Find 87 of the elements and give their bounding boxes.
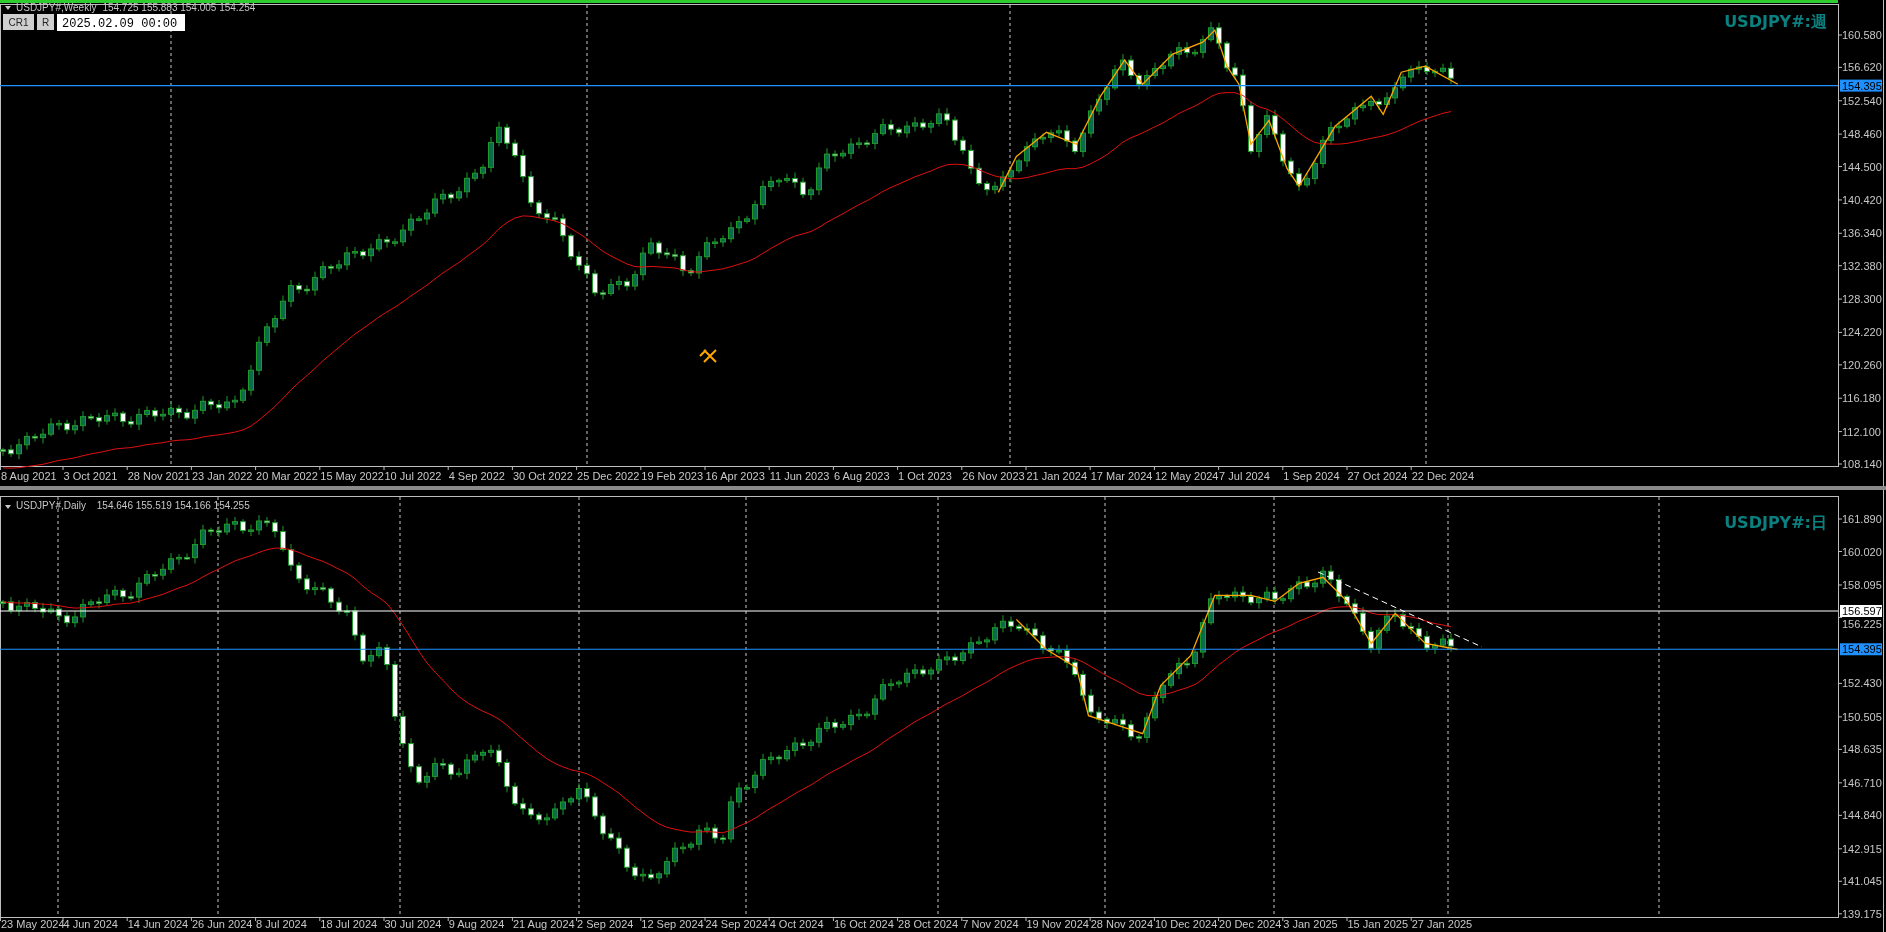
dropdown-icon[interactable] (5, 505, 11, 509)
time-tick-label: 23 Jan 2022 (191, 470, 253, 482)
time-tick-label: 20 Mar 2022 (256, 470, 318, 482)
symbol-label: USDJPY#:週 (1724, 12, 1827, 31)
time-tick-label: 6 Aug 2023 (833, 470, 890, 482)
time-tick-label: 7 Jul 2024 (1219, 470, 1270, 482)
price-line-label: 156.597 (1840, 605, 1882, 617)
chart-title: USDJPY#,Weekly (16, 2, 97, 13)
price-tick-label: 128.300 (1842, 293, 1882, 306)
price-tick-label: 142.915 (1842, 842, 1882, 855)
time-tick-label: 24 Sep 2024 (705, 918, 768, 930)
time-tick-label: 16 Oct 2024 (833, 918, 894, 930)
ohlc-values: 154.725 155.883 154.005 154.254 (102, 2, 256, 13)
time-tick-label: 27 Oct 2024 (1347, 470, 1408, 482)
price-tick-label: 160.580 (1842, 29, 1882, 41)
time-tick-label: 4 Oct 2024 (769, 918, 824, 930)
time-tick-label: 23 May 2024 (1, 918, 65, 930)
time-tick-label: 3 Oct 2021 (63, 470, 118, 482)
price-tick-label: 124.220 (1842, 326, 1882, 339)
time-tick-label: 9 Aug 2024 (448, 918, 505, 930)
time-tick-label: 20 Dec 2024 (1219, 918, 1282, 930)
time-tick-label: 25 Dec 2022 (577, 470, 640, 482)
time-tick-label: 1 Oct 2023 (898, 470, 952, 482)
time-tick-label: 26 Nov 2023 (962, 470, 1025, 482)
ohlc-values: 154.646 155.519 154.166 154.255 (96, 500, 250, 511)
price-tick-label: 144.500 (1842, 160, 1882, 173)
price-tick-label: 144.840 (1842, 809, 1882, 822)
price-tick-label: 156.225 (1842, 618, 1882, 630)
price-tick-label: 160.020 (1842, 545, 1882, 558)
price-tick-label: 140.420 (1842, 193, 1882, 206)
time-tick-label: 30 Jul 2024 (384, 918, 442, 930)
price-tick-label: 146.710 (1842, 776, 1882, 789)
time-tick-label: 28 Nov 2024 (1090, 918, 1154, 930)
marker-icon (699, 349, 717, 363)
time-tick-label: 8 Jul 2024 (256, 918, 307, 930)
time-tick-label: 4 Sep 2022 (448, 470, 505, 482)
time-tick-label: 26 Jun 2024 (191, 918, 253, 930)
time-tick-label: 3 Jan 2025 (1283, 918, 1338, 930)
price-tick-label: 152.430 (1842, 677, 1882, 690)
price-tick-label: 156.620 (1842, 61, 1882, 74)
time-tick-label: 21 Aug 2024 (512, 918, 575, 930)
price-tick-label: 152.540 (1842, 94, 1882, 107)
time-tick-label: 10 Dec 2024 (1154, 918, 1218, 930)
price-tick-label: 112.100 (1842, 425, 1881, 438)
toolbar-button[interactable]: CR1 (3, 14, 34, 30)
price-tick-label: 139.175 (1842, 907, 1882, 920)
time-tick-label: 2 Sep 2024 (577, 918, 634, 930)
time-tick-label: 1 Sep 2024 (1283, 470, 1340, 482)
toolbar-button[interactable]: R (37, 14, 54, 30)
time-tick-label: 4 Jun 2024 (63, 918, 118, 930)
date-field[interactable]: 2025.02.09 00:00 (57, 14, 185, 31)
symbol-label: USDJPY#:日 (1724, 513, 1827, 532)
price-tick-label: 150.505 (1842, 710, 1882, 723)
time-tick-label: 15 May 2022 (320, 470, 384, 482)
time-tick-label: 28 Nov 2021 (127, 470, 191, 482)
time-tick-label: 18 Jul 2024 (320, 918, 378, 930)
price-tick-label: 132.380 (1842, 259, 1882, 272)
time-tick-label: 21 Jan 2024 (1026, 470, 1088, 482)
price-tick-label: 108.140 (1842, 458, 1882, 470)
price-tick-label: 141.045 (1842, 875, 1882, 888)
time-tick-label: 19 Feb 2023 (641, 470, 704, 482)
price-line-label: 154.395 (1840, 79, 1882, 92)
time-tick-label: 10 Jul 2022 (384, 470, 442, 482)
price-tick-label: 120.260 (1842, 358, 1882, 371)
time-tick-label: 8 Aug 2021 (1, 470, 57, 482)
time-tick-label: 30 Oct 2022 (512, 470, 573, 482)
time-tick-label: 16 Apr 2023 (705, 470, 765, 482)
time-tick-label: 12 Sep 2024 (641, 918, 704, 930)
time-tick-label: 11 Jun 2023 (769, 470, 830, 482)
price-tick-label: 136.340 (1842, 227, 1882, 240)
time-tick-label: 7 Nov 2024 (962, 918, 1019, 930)
time-tick-label: 19 Nov 2024 (1026, 918, 1089, 930)
time-tick-label: 28 Oct 2024 (898, 918, 959, 930)
dropdown-icon[interactable] (5, 6, 11, 10)
time-tick-label: 15 Jan 2025 (1347, 918, 1409, 930)
price-tick-label: 148.460 (1842, 128, 1882, 141)
time-tick-label: 27 Jan 2025 (1411, 918, 1473, 930)
price-tick-label: 161.890 (1842, 513, 1882, 525)
price-tick-label: 148.635 (1842, 743, 1882, 756)
time-tick-label: 12 May 2024 (1154, 470, 1219, 482)
time-tick-label: 14 Jun 2024 (127, 918, 189, 930)
time-tick-label: 22 Dec 2024 (1411, 470, 1475, 482)
time-tick-label: 17 Mar 2024 (1090, 470, 1153, 482)
price-tick-label: 158.095 (1842, 578, 1882, 591)
chart-title: USDJPY#,Daily (16, 500, 87, 511)
price-line-label: 154.395 (1840, 643, 1882, 656)
price-tick-label: 116.180 (1842, 392, 1881, 405)
